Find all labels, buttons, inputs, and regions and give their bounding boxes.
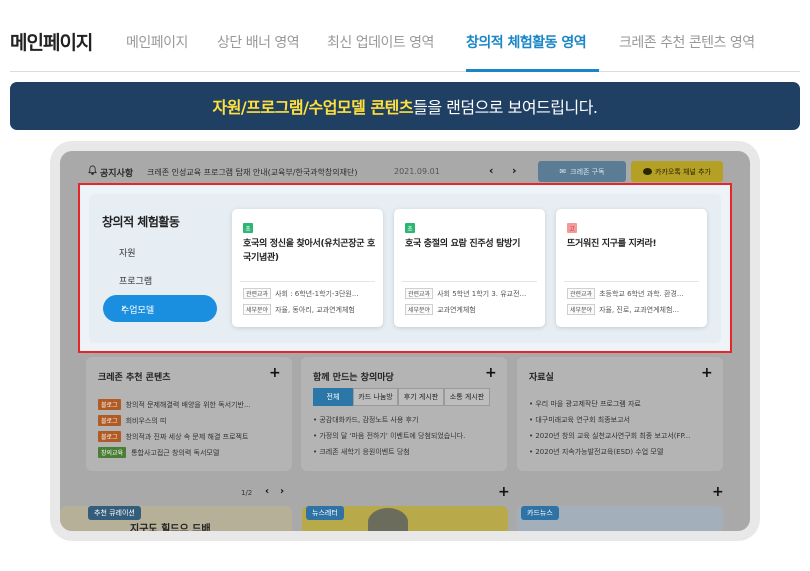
content-card[interactable]: 초 호국 충절의 요람 진주성 탐방기 관련교과 사회 5학년 1학기 3. 유교… (394, 209, 545, 327)
list-item[interactable]: • 크레존 새학기 응원이벤트 당첨 (313, 447, 410, 457)
list-item[interactable]: • 2020년 지속가능발전교육(ESD) 수업 모델 (529, 447, 663, 457)
side-menu-resource[interactable]: 자원 (119, 246, 136, 259)
bell-icon (88, 165, 97, 175)
grade-badge: 초 (405, 223, 415, 233)
list-item[interactable]: 블로그 회비우스의 띠 (98, 415, 166, 426)
card-meta-subject: 관련교과 초등학교 6학년 과학. 환경... (567, 288, 701, 299)
divider (402, 281, 537, 282)
resources-title: 자료실 (529, 373, 554, 383)
resources-box: 자료실 + • 우리 마을 광고제작단 프로그램 자료 • 대구미래교육 연구회… (517, 357, 723, 471)
newsletter-card[interactable]: 뉴스레터 (302, 506, 508, 531)
card-title: 호국 충절의 요람 진주성 탐방기 (405, 239, 521, 249)
card-meta-field: 세부분야 자율, 동아리, 교과연계체험 (243, 304, 377, 315)
plus-icon[interactable]: + (712, 484, 724, 500)
description-banner: 자원/프로그램/수업모델 콘텐츠 들을 랜덤으로 보여드립니다. (10, 82, 800, 130)
page-title: 메인페이지 (10, 32, 93, 54)
cardnews-card[interactable]: 카드뉴스 (517, 506, 723, 531)
content-card[interactable]: 고 뜨거워진 지구를 지켜라! 관련교과 초등학교 6학년 과학. 환경... 세… (556, 209, 707, 327)
banner-text: 들을 랜덤으로 보여드립니다. (413, 98, 598, 117)
card-meta-subject: 관련교과 사회 : 6학년-1학기-3단원... (243, 288, 377, 299)
list-item[interactable]: 블로그 창의적과 진짜 세상 속 문제 해결 프로젝트 (98, 431, 248, 442)
tab-main-page[interactable]: 메인페이지 (126, 32, 188, 52)
list-item[interactable]: • 2020년 창의 교육 실천교사연구회 최종 보고서(FP... (529, 431, 690, 441)
side-menu-lesson-model[interactable]: 수업모델 › (103, 295, 217, 322)
content-card[interactable]: 초 호국의 정신을 찾아서(유치곤장군 호국기념관) 관련교과 사회 : 6학년-… (232, 209, 383, 327)
list-item[interactable]: • 가정의 달 '마음 전하기' 이벤트에 당첨되었습니다. (313, 431, 465, 441)
cardnews-label: 카드뉴스 (521, 506, 559, 520)
chevron-right-icon[interactable]: › (280, 486, 284, 497)
list-item[interactable]: • 대구미래교육 연구회 최종보고서 (529, 415, 630, 425)
pager-text: 1/2 (241, 489, 253, 497)
chevron-left-icon[interactable]: ‹ (489, 164, 494, 177)
tab-recommended-content[interactable]: 크레존 추천 콘텐츠 영역 (619, 32, 755, 52)
list-item[interactable]: • 우리 마을 광고제작단 프로그램 자료 (529, 399, 641, 409)
person-photo (368, 508, 408, 531)
side-menu-program[interactable]: 프로그램 (119, 274, 152, 287)
madang-tab-all[interactable]: 전체 (313, 388, 353, 406)
creative-activity-title: 창의적 체험활동 (102, 215, 180, 229)
subscribe-label: 크레존 구독 (570, 167, 605, 176)
grade-badge: 고 (567, 223, 577, 233)
chevron-left-icon[interactable]: ‹ (265, 486, 269, 497)
tab-top-banner[interactable]: 상단 배너 영역 (217, 32, 300, 52)
madang-box: 함께 만드는 창의마당 + • 공감대화카드, 감정노트 사용 후기 • 가정의… (301, 357, 507, 471)
creative-activity-panel: 창의적 체험활동 자원 프로그램 수업모델 › 초 호국의 정신을 찾아서(유치… (78, 183, 732, 353)
grade-badge: 초 (243, 223, 253, 233)
mail-icon: ✉ (559, 167, 567, 176)
madang-tab-review[interactable]: 후기 게시판 (398, 388, 444, 406)
creative-activity-content: 창의적 체험활동 자원 프로그램 수업모델 › 초 호국의 정신을 찾아서(유치… (89, 194, 721, 343)
list-item[interactable]: • 공감대화카드, 감정노트 사용 후기 (313, 415, 418, 425)
tab-latest-update[interactable]: 최신 업데이트 영역 (327, 32, 434, 52)
curation-label: 추천 큐레이션 (88, 506, 141, 520)
card-meta-subject: 관련교과 사회 5학년 1학기 3. 유교전... (405, 288, 539, 299)
list-item[interactable]: 창의교육 통합사고접근 창의력 독서모델 (98, 447, 219, 458)
recommend-title: 크레존 추천 콘텐츠 (98, 373, 171, 383)
chevron-right-icon[interactable]: › (512, 164, 517, 177)
plus-icon[interactable]: + (269, 365, 281, 381)
curation-card[interactable]: 추천 큐레이션 지구도 힐드으 드배 (60, 506, 292, 531)
subscribe-button[interactable]: ✉ 크레존 구독 (538, 161, 626, 182)
plus-icon[interactable]: + (485, 365, 497, 381)
notice-link[interactable]: 크레존 인성교육 프로그램 탑재 안내(교육부/한국과학창의재단) (147, 167, 357, 178)
recommend-box: 크레존 추천 콘텐츠 + 블로그 창의적 문제해결력 배양을 위한 독서기반...… (86, 357, 292, 471)
banner-highlight: 자원/프로그램/수업모델 콘텐츠 (212, 98, 414, 117)
chat-bubble-icon (643, 168, 652, 175)
notice-label: 공지사항 (100, 169, 134, 179)
divider (240, 281, 375, 282)
plus-icon[interactable]: + (498, 484, 510, 500)
kakao-channel-label: 카카오톡 채널 추가 (655, 167, 711, 176)
card-meta-field: 세부분야 자율, 진로, 교과연계체험... (567, 304, 701, 315)
madang-tab-talk[interactable]: 소통 게시판 (444, 388, 490, 406)
plus-icon[interactable]: + (701, 365, 713, 381)
active-tab-indicator (466, 69, 599, 72)
madang-title: 함께 만드는 창의마당 (313, 373, 394, 383)
divider (564, 281, 699, 282)
notice-date: 2021.09.01 (394, 167, 440, 176)
card-title: 호국의 정신을 찾아서(유치곤장군 호국기념관) (243, 239, 376, 263)
madang-tab-card[interactable]: 카드 나눔방 (353, 388, 398, 406)
list-item[interactable]: 블로그 창의적 문제해결력 배양을 위한 독서기반... (98, 399, 251, 410)
tab-creative-activity[interactable]: 창의적 체험활동 영역 (466, 32, 587, 52)
newsletter-label: 뉴스레터 (306, 506, 344, 520)
card-title: 뜨거워진 지구를 지켜라! (567, 239, 657, 249)
kakao-channel-button[interactable]: 카카오톡 채널 추가 (631, 161, 723, 182)
curation-heading: 지구도 힐드으 드배 (130, 524, 211, 531)
section-tab-bar: 메인페이지 메인페이지 상단 배너 영역 최신 업데이트 영역 창의적 체험활동… (10, 22, 800, 72)
card-meta-field: 세부분야 교과연계체험 (405, 304, 539, 315)
chevron-right-icon: › (121, 301, 126, 314)
